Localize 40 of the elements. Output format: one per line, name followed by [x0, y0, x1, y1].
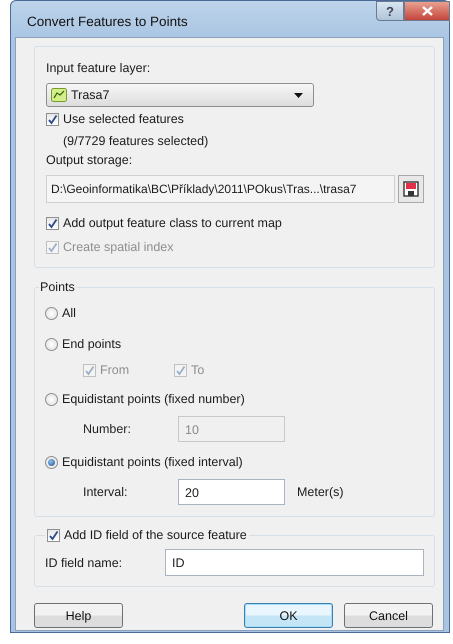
dialog-button[interactable]: OK	[244, 603, 333, 628]
radio-label: End points	[62, 337, 122, 351]
radio-label: Equidistant points (fixed interval)	[62, 455, 243, 469]
field-label: Interval:	[83, 485, 128, 499]
checkbox-label: Add output feature class to current map	[63, 216, 282, 230]
input-field: 10	[178, 416, 285, 442]
window-title: Convert Features to Points	[26, 13, 188, 31]
line-layer-icon	[51, 88, 67, 102]
unit-label: Meter(s)	[297, 485, 344, 499]
input-field[interactable]: ID	[165, 549, 424, 576]
close-icon	[422, 6, 432, 16]
radio-label: Equidistant points (fixed number)	[62, 392, 245, 406]
radio-button[interactable]	[45, 392, 58, 406]
checkbox[interactable]	[47, 528, 60, 542]
checkbox-label: Create spatial index	[63, 240, 174, 254]
dialog-button[interactable]: Cancel	[344, 603, 433, 628]
checkbox[interactable]	[46, 216, 59, 230]
checkbox-label: From	[100, 363, 130, 377]
radio-label: All	[62, 306, 76, 320]
dropdown-arrow-icon	[294, 92, 303, 98]
checkbox[interactable]	[46, 112, 59, 126]
checkbox-label: To	[191, 363, 204, 377]
field-label: Output storage:	[46, 153, 134, 167]
checkbox-label: Use selected features	[63, 112, 184, 126]
radio-button[interactable]	[45, 338, 58, 350]
selection-count: (9/7729 features selected)	[62, 133, 210, 150]
field-label: Number:	[83, 422, 132, 436]
save-button[interactable]	[398, 175, 424, 203]
field-label: Input feature layer:	[46, 61, 152, 75]
group-title: Points	[39, 280, 76, 294]
dialog-button[interactable]: Help	[34, 603, 123, 628]
path-field[interactable]: D:\Geoinformatika\BC\Příklady\2011\POkus\Tras...\trasa7	[46, 175, 395, 203]
field-label: ID field name:	[45, 556, 124, 570]
input-field[interactable]: 20	[178, 479, 285, 505]
radio-button[interactable]	[45, 456, 58, 468]
close-button[interactable]	[404, 1, 450, 21]
layer-dropdown[interactable]: Trasa7	[46, 83, 314, 107]
radio-button[interactable]	[45, 306, 58, 320]
checkbox-label: Add ID field of the source feature	[64, 528, 247, 542]
help-button[interactable]: ?	[376, 1, 404, 21]
